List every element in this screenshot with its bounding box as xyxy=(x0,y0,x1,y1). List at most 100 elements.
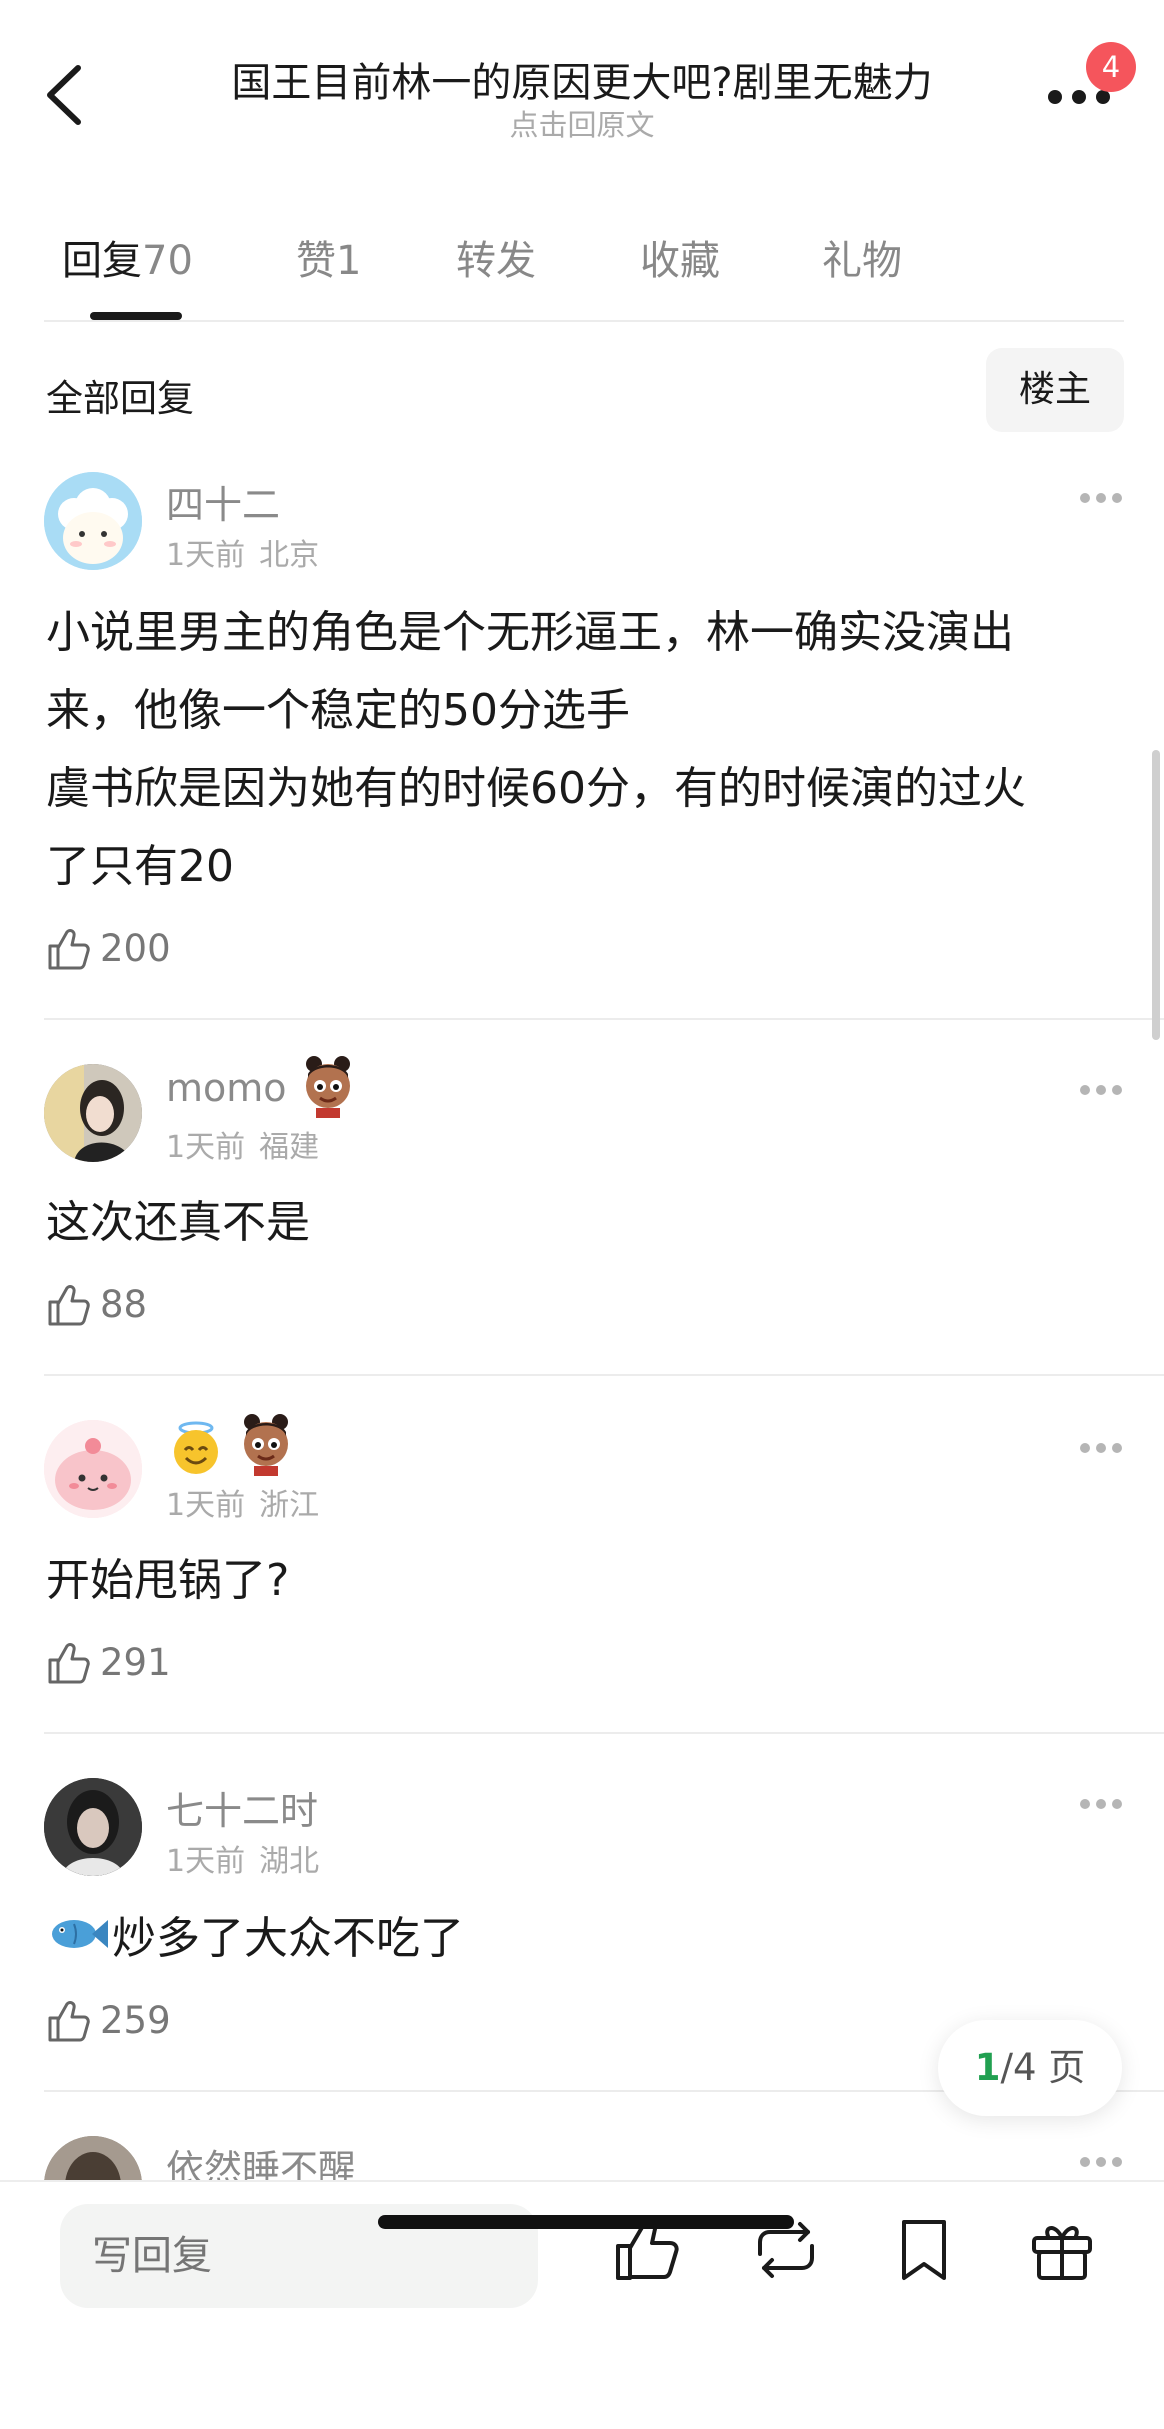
more-dot-icon xyxy=(1080,493,1090,503)
comment-time: 1天前 xyxy=(166,1488,246,1523)
sheep-avatar-icon xyxy=(44,472,142,570)
comment-location: 北京 xyxy=(259,538,320,573)
more-dot-icon xyxy=(1096,1799,1106,1809)
scrollbar[interactable] xyxy=(1152,750,1160,1040)
more-dot-icon xyxy=(1096,1085,1106,1095)
more-dot-icon xyxy=(1096,1443,1106,1453)
comment-more-button[interactable] xyxy=(1076,1794,1126,1814)
like-count: 88 xyxy=(100,1283,148,1326)
tab-label: 收藏 xyxy=(640,238,720,284)
more-dot-icon xyxy=(1096,2157,1106,2167)
gift-button[interactable] xyxy=(1026,2214,1098,2286)
comment-divider xyxy=(44,1018,1164,1020)
gift-icon xyxy=(1032,2226,1092,2280)
pink-blob-avatar-icon xyxy=(44,1420,142,1518)
top-navbar: 国王目前林一的原因更大吧?剧里无魅力 点击回原文 4 xyxy=(0,0,1164,170)
comment-text[interactable]: 炒多了大众不吃了 xyxy=(112,1900,1112,1978)
bookmark-button[interactable] xyxy=(888,2214,960,2286)
thumbs-up-icon xyxy=(48,1285,90,1326)
current-page: 1 xyxy=(974,2046,1001,2089)
comment-location: 福建 xyxy=(259,1130,320,1165)
comment-text-line: 开始甩锅了? xyxy=(46,1555,290,1606)
page-indicator[interactable]: 1/4 页 xyxy=(938,2020,1122,2116)
more-dot-icon xyxy=(1096,493,1106,503)
more-dot-icon xyxy=(1112,1443,1122,1453)
comment-text-line: 来，他像一个稳定的50分选手 xyxy=(46,685,630,736)
comment-meta: 1天前 湖北 xyxy=(166,1836,319,1880)
comment-time: 1天前 xyxy=(166,538,246,573)
username[interactable]: 四十二 xyxy=(166,474,280,529)
more-dot-icon xyxy=(1048,90,1062,104)
tab-reposts[interactable]: 转发 xyxy=(456,228,536,286)
user-avatar[interactable] xyxy=(44,1064,142,1162)
total-pages: /4 页 xyxy=(1000,2046,1086,2089)
back-to-original-link[interactable]: 点击回原文 xyxy=(170,102,994,144)
comment-text-line: 这次还真不是 xyxy=(46,1197,310,1248)
tab-likes[interactable]: 赞1 xyxy=(296,228,361,286)
halo-smile-emoji-icon xyxy=(168,1420,224,1480)
thumbs-up-icon xyxy=(48,1643,90,1684)
user-avatar[interactable] xyxy=(44,472,142,570)
username[interactable]: momo xyxy=(166,1066,287,1110)
photo-avatar-icon xyxy=(44,1778,142,1876)
nezha-emoji-icon xyxy=(298,1054,358,1122)
username[interactable]: 七十二时 xyxy=(166,1780,318,1835)
more-dot-icon xyxy=(1112,1799,1122,1809)
comment-more-button[interactable] xyxy=(1076,1080,1126,1100)
active-tab-indicator xyxy=(90,312,182,320)
comment-location: 湖北 xyxy=(259,1844,320,1879)
comment-text[interactable]: 这次还真不是 xyxy=(46,1184,1126,1262)
comment-more-button[interactable] xyxy=(1076,1438,1126,1458)
user-avatar[interactable] xyxy=(44,1420,142,1518)
comment-text[interactable]: 小说里男主的角色是个无形逼王，林一确实没演出 来，他像一个稳定的50分选手 虞书… xyxy=(46,594,1126,906)
post-title[interactable]: 国王目前林一的原因更大吧?剧里无魅力 xyxy=(170,50,994,108)
user-avatar[interactable] xyxy=(44,1778,142,1876)
back-button[interactable] xyxy=(40,60,90,130)
tab-count: 70 xyxy=(142,238,193,284)
more-dot-icon xyxy=(1112,493,1122,503)
tab-label: 转发 xyxy=(456,238,536,284)
more-dot-icon xyxy=(1080,2157,1090,2167)
all-replies-heading: 全部回复 xyxy=(46,377,194,420)
more-dot-icon xyxy=(1072,90,1086,104)
thumbs-up-icon xyxy=(48,929,90,970)
tab-label: 礼物 xyxy=(822,238,902,284)
comment-meta: 1天前 福建 xyxy=(166,1122,319,1166)
chevron-left-icon xyxy=(47,65,81,125)
comment-divider xyxy=(44,1374,1164,1376)
nezha-emoji-icon xyxy=(236,1412,296,1480)
notification-badge: 4 xyxy=(1086,42,1136,92)
more-dot-icon xyxy=(1080,1443,1090,1453)
comment-meta: 1天前 浙江 xyxy=(166,1480,319,1524)
comment-location: 浙江 xyxy=(259,1488,320,1523)
tab-count: 1 xyxy=(336,238,362,284)
more-dot-icon xyxy=(1112,2157,1122,2167)
fish-emoji-icon xyxy=(48,1914,108,1958)
tab-label: 回复 xyxy=(62,238,142,284)
tab-favorites[interactable]: 收藏 xyxy=(640,228,720,286)
thumbs-up-icon xyxy=(48,2001,90,2042)
like-count: 259 xyxy=(100,1999,171,2042)
comment-divider xyxy=(44,1732,1164,1734)
like-count: 200 xyxy=(100,927,171,970)
more-dot-icon xyxy=(1080,1799,1090,1809)
owner-only-button[interactable]: 楼主 xyxy=(986,348,1124,432)
bookmark-icon xyxy=(902,2220,946,2280)
comment-more-button[interactable] xyxy=(1076,2152,1126,2172)
tab-label: 赞 xyxy=(296,238,336,284)
comment-text-line: 了只有20 xyxy=(46,841,234,892)
comment-text-line: 虞书欣是因为她有的时候60分，有的时候演的过火 xyxy=(46,763,1026,814)
comment-more-button[interactable] xyxy=(1076,488,1126,508)
comment-time: 1天前 xyxy=(166,1130,246,1165)
tab-gifts[interactable]: 礼物 xyxy=(822,228,902,286)
comment-time: 1天前 xyxy=(166,1844,246,1879)
tab-replies[interactable]: 回复70 xyxy=(62,228,193,286)
comment-meta: 1天前 北京 xyxy=(166,530,319,574)
home-indicator[interactable] xyxy=(378,2215,794,2229)
comment-text-line: 小说里男主的角色是个无形逼王，林一确实没演出 xyxy=(46,607,1014,658)
more-dot-icon xyxy=(1096,90,1110,104)
tab-bar: 回复70 赞1 转发 收藏 礼物 xyxy=(44,210,1124,322)
comment-text[interactable]: 开始甩锅了? xyxy=(46,1542,1126,1620)
photo-avatar-icon xyxy=(44,1064,142,1162)
more-dot-icon xyxy=(1112,1085,1122,1095)
